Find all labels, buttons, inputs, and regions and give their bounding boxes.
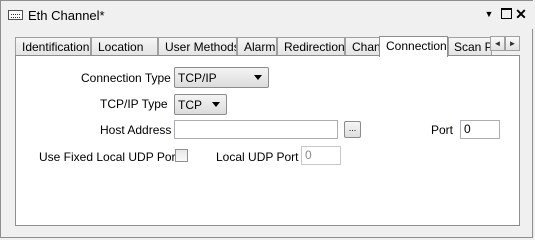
port-input[interactable]: 0 bbox=[460, 120, 500, 139]
title-bar: Eth Channel* ▼ ✕ bbox=[1, 1, 534, 29]
tab-label: Alarm bbox=[244, 40, 276, 54]
tcpip-type-value: TCP bbox=[178, 98, 202, 112]
connection-type-select[interactable]: TCP/IP bbox=[174, 67, 269, 88]
fixed-local-udp-label: Use Fixed Local UDP Port bbox=[39, 150, 179, 164]
local-udp-port-label: Local UDP Port bbox=[216, 150, 299, 164]
tab-scroll-left-button[interactable]: ◄ bbox=[490, 36, 505, 51]
tcpip-type-label: TCP/IP Type bbox=[100, 97, 168, 111]
window-title: Eth Channel* bbox=[28, 8, 105, 23]
maximize-icon bbox=[500, 7, 512, 19]
connection-type-value: TCP/IP bbox=[178, 71, 217, 85]
tab-redirection[interactable]: Redirection bbox=[277, 37, 345, 55]
tab-label: Redirection bbox=[284, 40, 345, 54]
document-window: Eth Channel* ▼ ✕ Identification Location… bbox=[0, 0, 534, 238]
tab-alarm[interactable]: Alarm bbox=[237, 37, 277, 55]
chevron-down-icon: ▼ bbox=[484, 9, 494, 19]
port-label: Port bbox=[431, 123, 454, 137]
arrow-left-icon: ◄ bbox=[493, 39, 502, 48]
tab-label: Scan Pa bbox=[454, 40, 492, 54]
chevron-down-icon bbox=[212, 102, 220, 107]
tab-strip: Identification Location User Methods Ala… bbox=[15, 36, 521, 57]
host-address-label: Host Address bbox=[100, 123, 172, 137]
tab-user-methods[interactable]: User Methods bbox=[158, 37, 237, 55]
tab-label: User Methods bbox=[165, 40, 237, 54]
tab-label: Location bbox=[98, 40, 144, 54]
close-icon: ✕ bbox=[515, 6, 527, 22]
tab-location[interactable]: Location bbox=[91, 37, 158, 55]
close-button[interactable]: ✕ bbox=[513, 6, 529, 22]
window-menu-button[interactable]: ▼ bbox=[481, 6, 497, 22]
arrow-right-icon: ► bbox=[508, 39, 517, 48]
tab-scroll-right-button[interactable]: ► bbox=[505, 36, 520, 51]
tab-identification[interactable]: Identification bbox=[15, 37, 91, 55]
channel-icon bbox=[8, 10, 23, 20]
local-udp-port-input[interactable]: 0 bbox=[301, 146, 341, 165]
fixed-local-udp-checkbox[interactable] bbox=[175, 149, 188, 162]
tab-label: Identification bbox=[22, 40, 90, 54]
chevron-down-icon bbox=[254, 75, 262, 80]
tcpip-type-select[interactable]: TCP bbox=[174, 94, 227, 115]
connection-panel: Connection Type TCP/IP TCP/IP Type TCP H… bbox=[15, 55, 520, 226]
tab-scan-parameters[interactable]: Scan Pa bbox=[448, 37, 492, 55]
maximize-button[interactable] bbox=[498, 6, 514, 22]
host-address-browse-button[interactable]: ... bbox=[344, 121, 361, 138]
host-address-input[interactable] bbox=[174, 120, 338, 139]
tab-label: Connection bbox=[386, 39, 447, 53]
connection-type-label: Connection Type bbox=[81, 71, 171, 85]
tab-connection[interactable]: Connection bbox=[379, 36, 448, 57]
